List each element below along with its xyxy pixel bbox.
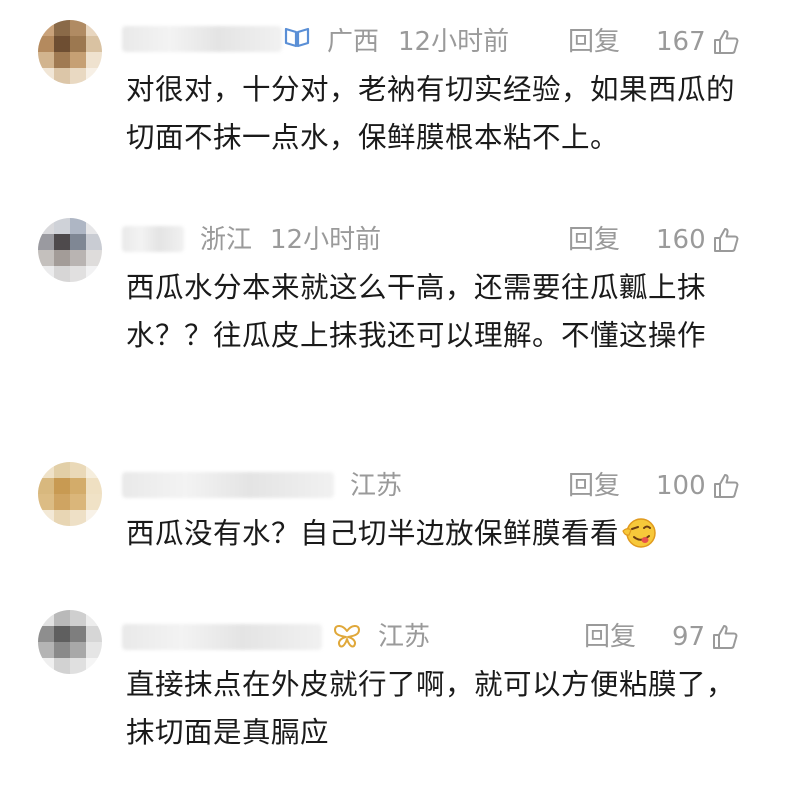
like-count: 100 bbox=[656, 471, 706, 501]
username-blurred[interactable] bbox=[122, 624, 322, 650]
thumbs-up-icon bbox=[713, 625, 738, 649]
username-blurred[interactable] bbox=[122, 26, 282, 52]
reply-button[interactable]: 回复 bbox=[568, 27, 620, 57]
reply-button[interactable]: 回复 bbox=[568, 471, 620, 501]
comment-time: 12小时前 bbox=[398, 27, 510, 57]
reply-button[interactable]: 回复 bbox=[584, 622, 636, 652]
like-count: 160 bbox=[656, 225, 706, 255]
comment-time: 12小时前 bbox=[270, 225, 382, 255]
like-button[interactable]: 167 bbox=[656, 27, 740, 57]
like-count: 167 bbox=[656, 27, 706, 57]
like-count: 97 bbox=[672, 622, 706, 652]
thumbs-up-icon bbox=[713, 474, 739, 498]
avatar[interactable] bbox=[38, 610, 102, 674]
thumbs-up-icon bbox=[713, 30, 739, 54]
butterfly-icon bbox=[332, 623, 362, 658]
comment-text-body: 西瓜没有水？自己切半边放保鲜膜看看 bbox=[126, 517, 620, 550]
comment-location: 广西 bbox=[327, 27, 380, 57]
like-button[interactable]: 100 bbox=[656, 471, 740, 501]
avatar[interactable] bbox=[38, 462, 102, 526]
reply-button[interactable]: 回复 bbox=[568, 225, 620, 255]
username-blurred[interactable] bbox=[122, 472, 334, 498]
comment-location: 江苏 bbox=[378, 622, 431, 652]
comment-text: 直接抹点在外皮就行了啊，就可以方便粘膜了，抹切面是真膈应 bbox=[126, 668, 736, 749]
comment-text: 西瓜没有水？自己切半边放保鲜膜看看 bbox=[126, 510, 736, 558]
avatar[interactable] bbox=[38, 218, 102, 282]
comment-location: 浙江 bbox=[200, 225, 253, 255]
comment-text: 对很对，十分对，老衲有切实经验，如果西瓜的切面不抹一点水，保鲜膜根本粘不上。 bbox=[126, 73, 736, 154]
username-blurred[interactable] bbox=[122, 226, 184, 252]
comment-text: 西瓜水分本来就这么干高，还需要往瓜瓤上抹水？？往瓜皮上抹我还可以理解。不懂这操作 bbox=[126, 271, 707, 352]
like-button[interactable]: 160 bbox=[656, 225, 740, 255]
like-button[interactable]: 97 bbox=[672, 622, 739, 652]
comment-location: 江苏 bbox=[350, 471, 403, 501]
open-book-icon bbox=[284, 26, 310, 57]
thumbs-up-icon bbox=[713, 228, 739, 252]
avatar[interactable] bbox=[38, 20, 102, 84]
wink-tongue-emoji bbox=[622, 518, 656, 548]
